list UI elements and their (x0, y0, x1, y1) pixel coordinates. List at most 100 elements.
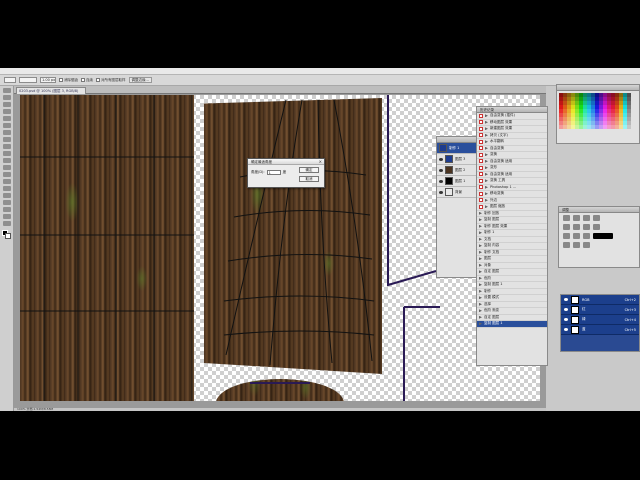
expand-arrow-icon[interactable] (479, 244, 482, 248)
expand-arrow-icon[interactable] (479, 211, 482, 215)
expand-arrow-icon[interactable] (479, 322, 482, 326)
pen-tool-icon[interactable] (2, 186, 11, 191)
background-color-swatch[interactable] (5, 233, 11, 239)
expand-arrow-icon[interactable] (479, 224, 482, 228)
expand-arrow-icon[interactable] (479, 250, 482, 254)
selection-mode-buttons[interactable] (19, 77, 37, 83)
color-swatch[interactable] (627, 125, 631, 129)
expand-arrow-icon[interactable] (479, 283, 482, 287)
checkbox-icon[interactable] (479, 159, 483, 164)
tool-preset-picker[interactable] (4, 77, 16, 83)
type-tool-icon[interactable] (2, 193, 11, 198)
checkbox-icon[interactable] (479, 178, 483, 183)
eye-icon[interactable] (439, 190, 443, 194)
channel-row[interactable]: 红 Ctrl+3 (561, 305, 639, 315)
eye-icon[interactable] (439, 168, 443, 172)
expand-arrow-icon[interactable] (479, 218, 482, 222)
eye-icon[interactable] (564, 328, 568, 331)
expand-arrow-icon[interactable] (485, 198, 488, 202)
move-tool-icon[interactable] (2, 88, 11, 93)
lasso-tool-icon[interactable] (2, 102, 11, 107)
crop-tool-icon[interactable] (2, 116, 11, 121)
healing-brush-tool-icon[interactable] (2, 130, 11, 135)
color-balance-icon[interactable] (583, 223, 590, 230)
expand-arrow-icon[interactable] (485, 205, 488, 209)
vibrance-icon[interactable] (563, 223, 570, 230)
layer-row[interactable]: 图层 1 (437, 176, 477, 187)
checkbox-icon[interactable] (479, 191, 483, 196)
path-selection-tool-icon[interactable] (2, 200, 11, 205)
expand-arrow-icon[interactable] (485, 127, 488, 131)
checkbox-icon[interactable] (479, 172, 483, 177)
expand-arrow-icon[interactable] (479, 231, 482, 235)
expand-arrow-icon[interactable] (479, 315, 482, 319)
eye-icon[interactable] (564, 308, 568, 311)
magic-wand-tool-icon[interactable] (2, 109, 11, 114)
checkbox-icon[interactable] (479, 165, 483, 170)
channel-mixer-icon[interactable] (573, 232, 580, 239)
checkbox-icon[interactable] (479, 198, 483, 203)
photo-filter-icon[interactable] (563, 232, 570, 239)
expand-arrow-icon[interactable] (485, 185, 488, 189)
expand-arrow-icon[interactable] (485, 166, 488, 170)
clone-stamp-tool-icon[interactable] (2, 144, 11, 149)
selective-color-icon[interactable] (583, 241, 590, 248)
threshold-icon[interactable] (573, 241, 580, 248)
swatch-grid[interactable] (557, 91, 639, 131)
eye-icon[interactable] (564, 318, 568, 321)
eye-icon[interactable] (439, 157, 443, 161)
expand-arrow-icon[interactable] (479, 309, 482, 313)
gradient-tool-icon[interactable] (2, 165, 11, 170)
eraser-tool-icon[interactable] (2, 158, 11, 163)
layer-row[interactable]: 背景 (437, 187, 477, 198)
ok-button[interactable]: 确定 (299, 167, 319, 173)
channel-row[interactable]: 蓝 Ctrl+5 (561, 325, 639, 335)
contiguous-checkbox[interactable]: 连续 (81, 78, 93, 83)
expand-arrow-icon[interactable] (485, 120, 488, 124)
dodge-tool-icon[interactable] (2, 179, 11, 184)
invert-icon[interactable] (583, 232, 590, 239)
curves-icon[interactable] (583, 214, 590, 221)
brightness-icon[interactable] (563, 214, 570, 221)
expand-arrow-icon[interactable] (479, 289, 482, 293)
levels-icon[interactable] (573, 214, 580, 221)
expand-arrow-icon[interactable] (485, 179, 488, 183)
checkbox-icon[interactable] (479, 139, 483, 144)
black-white-icon[interactable] (593, 223, 600, 230)
layer-row[interactable]: 图层 2 (437, 165, 477, 176)
checkbox-icon[interactable] (479, 152, 483, 157)
expand-arrow-icon[interactable] (479, 257, 482, 261)
marquee-tool-icon[interactable] (2, 95, 11, 100)
hue-saturation-icon[interactable] (573, 223, 580, 230)
checkbox-icon[interactable] (479, 113, 483, 118)
expand-arrow-icon[interactable] (479, 270, 482, 274)
anti-alias-checkbox[interactable]: 消除锯齿 (59, 78, 78, 83)
actions-selected-item[interactable]: 制作 1 (437, 143, 477, 154)
history-brush-tool-icon[interactable] (2, 151, 11, 156)
document-tab[interactable]: 0203.psd @ 100% (图层 3, RGB/8) (16, 87, 86, 94)
expand-arrow-icon[interactable] (485, 140, 488, 144)
action-step-selected[interactable]: 复制 图层 1 (477, 321, 547, 328)
expand-arrow-icon[interactable] (479, 237, 482, 241)
expand-arrow-icon[interactable] (485, 159, 488, 163)
menu-bar[interactable] (0, 68, 640, 75)
expand-arrow-icon[interactable] (479, 302, 482, 306)
sample-all-layers-checkbox[interactable]: 对所有图层取样 (96, 78, 126, 83)
checkbox-icon[interactable] (479, 120, 483, 125)
checkbox-icon[interactable] (479, 185, 483, 190)
checkbox-icon[interactable] (479, 146, 483, 151)
expand-arrow-icon[interactable] (479, 263, 482, 267)
eyedropper-tool-icon[interactable] (2, 123, 11, 128)
expand-arrow-icon[interactable] (485, 114, 488, 118)
expand-arrow-icon[interactable] (479, 276, 482, 280)
expand-arrow-icon[interactable] (485, 172, 488, 176)
eye-icon[interactable] (439, 179, 443, 183)
expand-arrow-icon[interactable] (485, 133, 488, 137)
cancel-button[interactable]: 取消 (299, 176, 319, 182)
brush-tool-icon[interactable] (2, 137, 11, 142)
angle-input[interactable]: 1 (266, 170, 281, 175)
posterize-icon[interactable] (563, 241, 570, 248)
expand-arrow-icon[interactable] (485, 153, 488, 157)
channel-row[interactable]: 绿 Ctrl+4 (561, 315, 639, 325)
gradient-map-icon[interactable] (593, 232, 613, 239)
